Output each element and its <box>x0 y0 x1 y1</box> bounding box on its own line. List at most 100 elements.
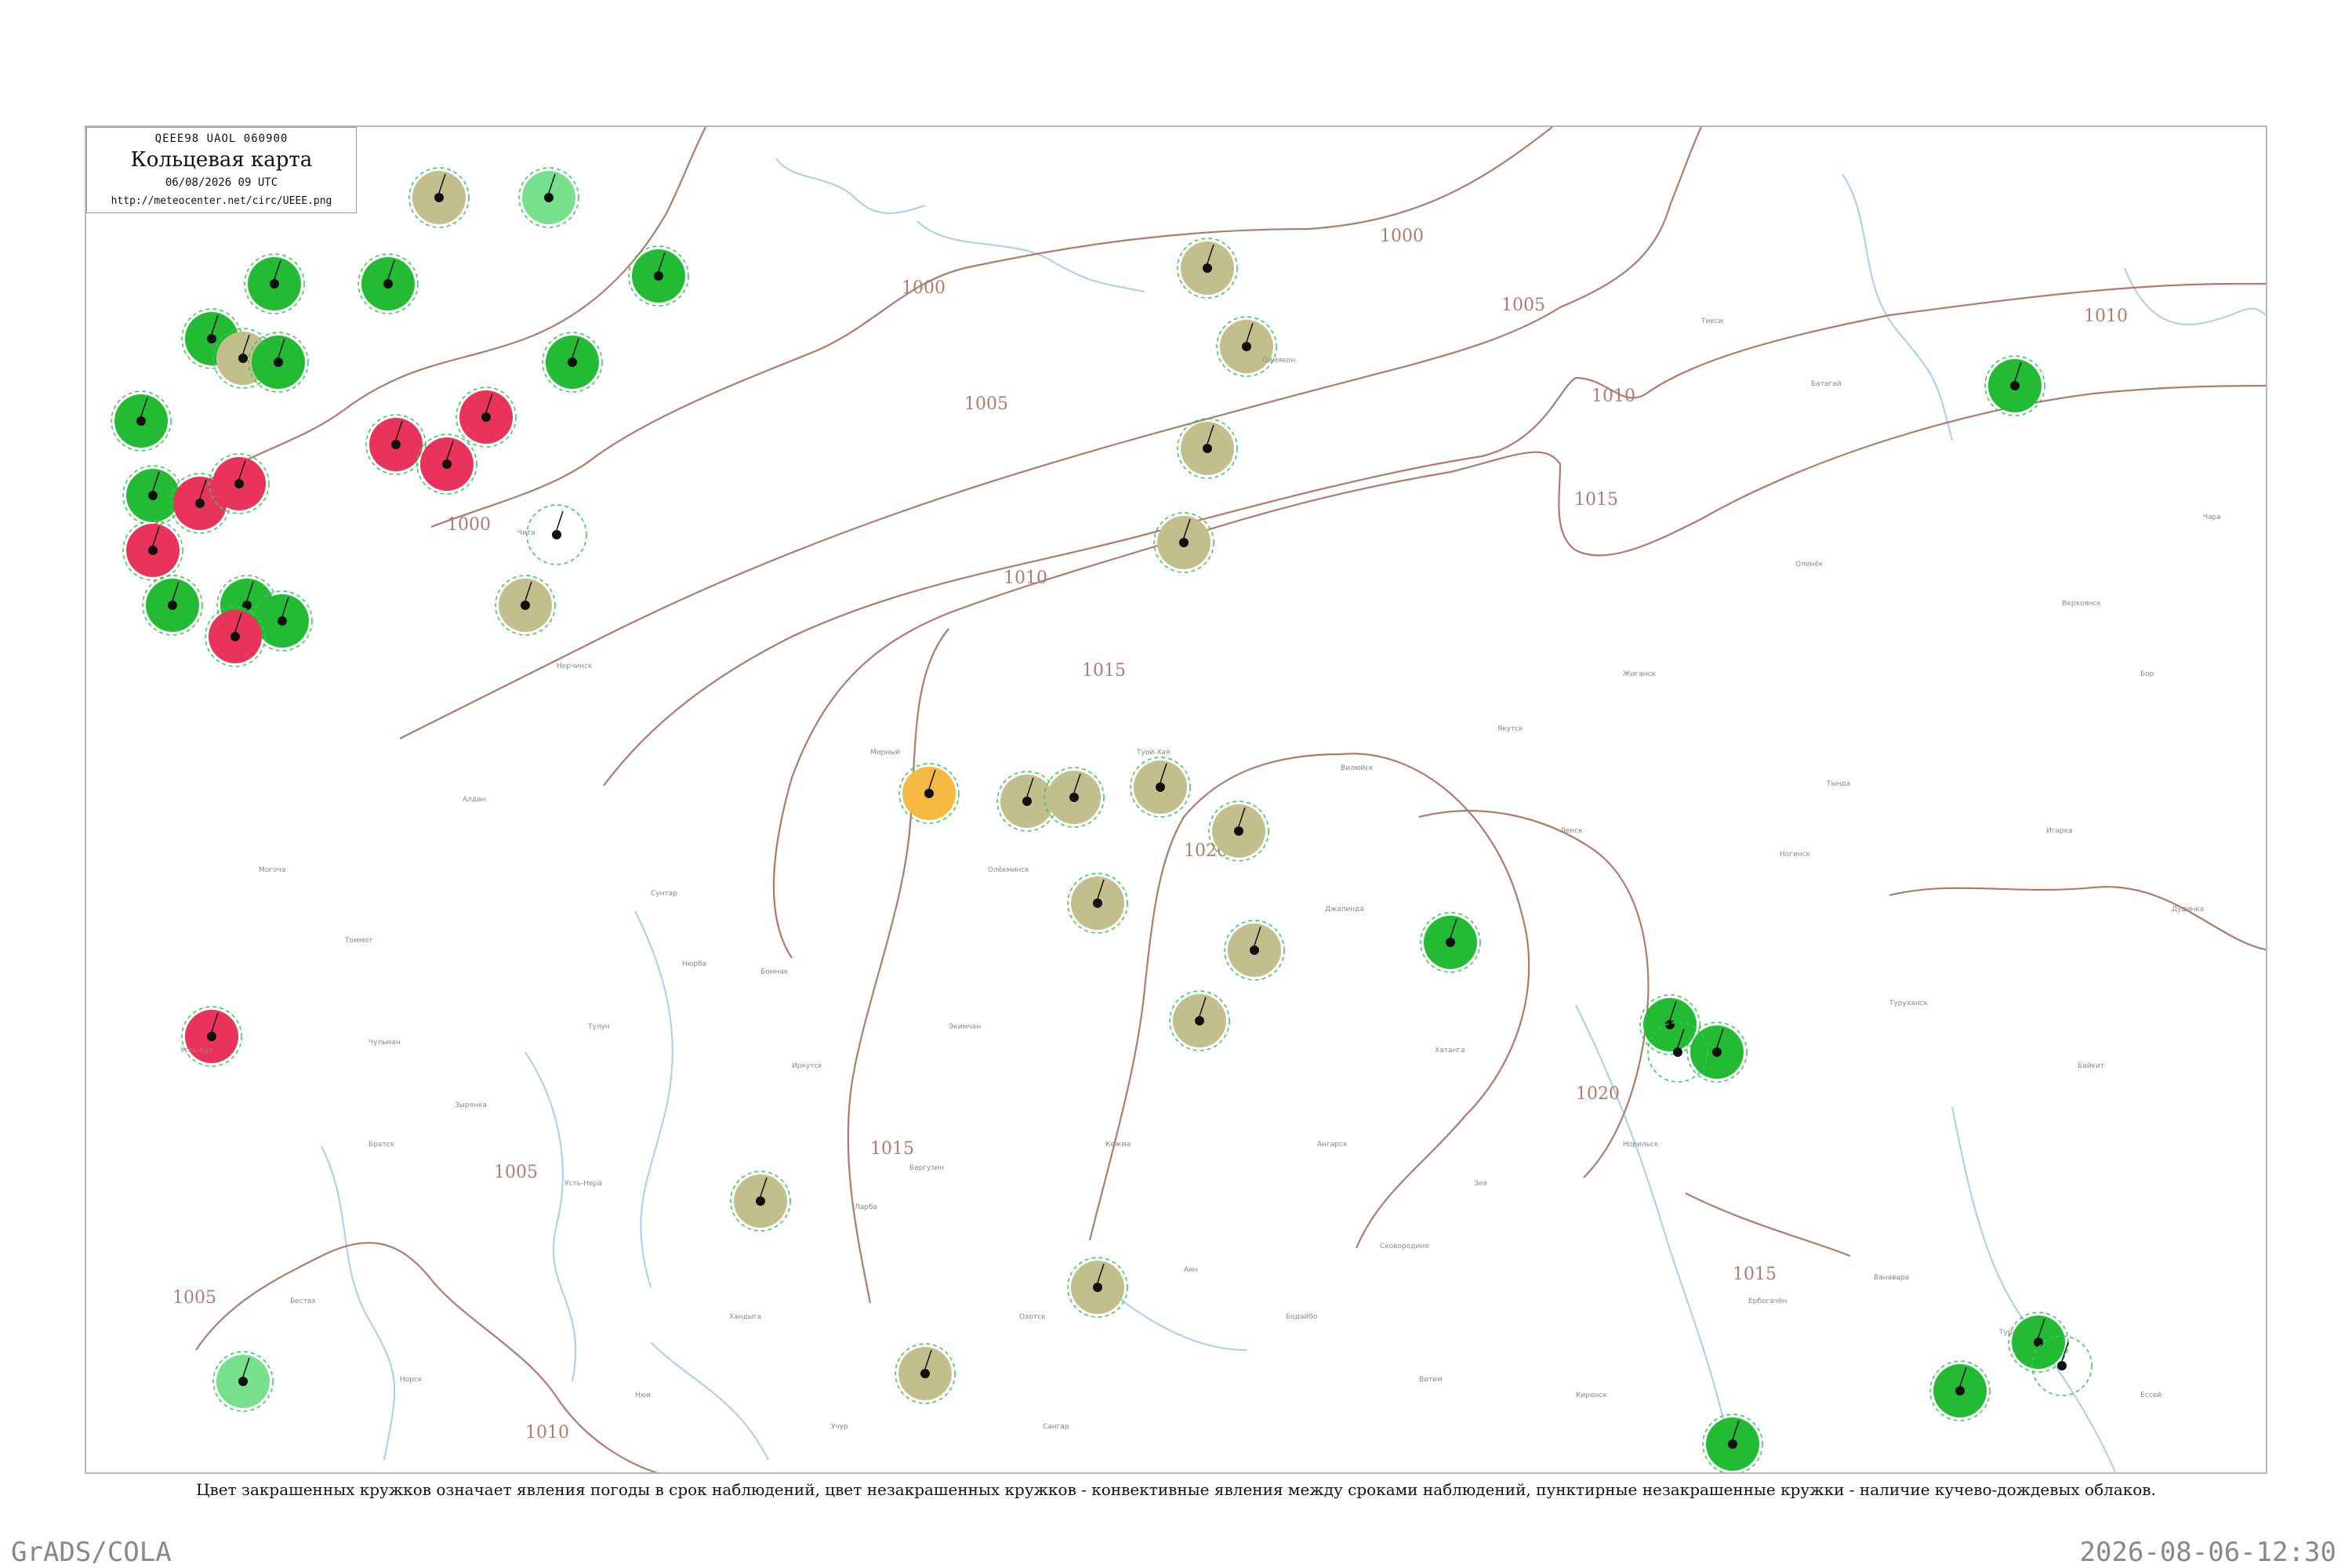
station-name-label: Бодайбо <box>1286 1313 1318 1321</box>
cloud-cover-icon <box>552 530 561 539</box>
cloud-cover-icon <box>654 271 663 281</box>
wind-barb-icon <box>556 510 564 531</box>
station-marker <box>495 575 556 636</box>
cloud-cover-icon <box>1234 826 1243 836</box>
rivers <box>321 158 2266 1472</box>
cloud-cover-icon <box>391 440 401 449</box>
bulletin-code: QEEE98 UAOL 060900 <box>154 132 289 145</box>
isobar-label-1010c: 1010 <box>525 1423 569 1443</box>
station-name-label: Экимчан <box>949 1023 981 1031</box>
synoptic-map: 1000 1000 1000 1005 1005 1010 1010 1010 … <box>85 125 2267 1474</box>
station-marker <box>518 167 579 228</box>
cloud-cover-icon <box>1446 938 1455 947</box>
cloud-cover-icon <box>2057 1361 2067 1370</box>
station-name-label: Ессей <box>2140 1392 2161 1399</box>
station-name-label: Нерчинск <box>557 662 593 670</box>
station-name-label: Чара <box>2203 514 2221 521</box>
station-name-label: Тура <box>1998 1329 2016 1337</box>
isobar-label-1000c: 1000 <box>447 515 491 535</box>
station-marker <box>1177 238 1238 299</box>
station-name-label: Ларба <box>855 1203 877 1211</box>
map-datetime: 06/08/2026 09 UTC <box>165 176 278 189</box>
station-name-label: Усть-Нера <box>564 1180 602 1188</box>
station-name-label: Норильск <box>1623 1141 1659 1149</box>
cloud-cover-icon <box>1955 1386 1965 1396</box>
station-name-label: Джалинда <box>1325 906 1364 913</box>
station-name-label: Сунтар <box>651 890 677 898</box>
isobar-label-1015: 1015 <box>1574 490 1618 510</box>
station-name-label: Игарка <box>2046 827 2073 835</box>
station-name-label: Туой-Хая <box>1136 749 1171 757</box>
station-marker <box>212 1351 274 1412</box>
station-marker <box>142 575 203 636</box>
station-name-label: Томмот <box>344 937 372 945</box>
isobar-label-1005c: 1005 <box>494 1163 538 1182</box>
isobar-label-1010: 1010 <box>2084 307 2128 326</box>
station-name-label: Бор <box>2140 670 2154 678</box>
station-name-label: Байкит <box>2078 1062 2104 1070</box>
cloud-cover-icon <box>442 459 452 469</box>
cloud-cover-icon <box>1093 1283 1102 1292</box>
station-name-label: Туруханск <box>1889 1000 1929 1007</box>
station-name-label: Бестях <box>290 1298 316 1305</box>
station-marker <box>1130 757 1191 818</box>
cloud-cover-icon <box>207 1032 216 1041</box>
station-marker <box>1420 912 1481 973</box>
station-name-label: Сковородино <box>1380 1243 1429 1250</box>
station-name-label: Верхоянск <box>2062 600 2102 608</box>
station-marker <box>895 1343 956 1404</box>
cloud-cover-icon <box>434 193 444 202</box>
station-marker <box>248 332 309 393</box>
isobar-label-1015c: 1015 <box>1733 1265 1777 1284</box>
station-name-label: Ленск <box>1560 827 1583 835</box>
cloud-cover-icon <box>1712 1047 1722 1057</box>
station-name-label: Иркутск <box>792 1062 822 1070</box>
cloud-cover-icon <box>148 491 158 500</box>
station-name-label: Мирный <box>870 749 900 757</box>
cloud-cover-icon <box>521 601 530 610</box>
isobar-label-1015b: 1015 <box>1082 661 1126 681</box>
station-marker <box>526 504 587 565</box>
station-marker <box>542 332 603 393</box>
station-name-label: Братск <box>368 1141 395 1149</box>
station-marker <box>205 606 266 667</box>
station-name-label: Ангарск <box>1317 1141 1348 1149</box>
cloud-cover-icon <box>195 499 205 508</box>
cloud-cover-icon <box>568 358 577 367</box>
station-name-label: Хандыга <box>729 1313 761 1321</box>
station-name-label: Тында <box>1826 780 1850 788</box>
station-name-label: Батагай <box>1811 380 1842 388</box>
station-marker <box>1067 1257 1128 1318</box>
isobar-label-1020b: 1020 <box>1576 1084 1620 1104</box>
cloud-cover-icon <box>1242 342 1251 351</box>
station-name-label: Ногинск <box>1780 851 1811 858</box>
station-name-label: Жиганск <box>1623 670 1657 678</box>
station-name-label: Ванавара <box>1874 1274 1909 1282</box>
station-marker <box>1686 1022 1748 1083</box>
station-marker <box>1169 990 1230 1051</box>
cloud-cover-icon <box>238 1377 248 1386</box>
cloud-cover-icon <box>2034 1338 2043 1347</box>
station-marker <box>1929 1360 1991 1421</box>
station-name-label: Олёкминск <box>988 866 1029 874</box>
map-canvas: 1000 1000 1000 1005 1005 1010 1010 1010 … <box>86 127 2266 1472</box>
station-name-label: Баргузин <box>909 1164 944 1172</box>
map-title-box: QEEE98 UAOL 060900 Кольцевая карта 06/08… <box>86 127 357 213</box>
station-marker <box>1153 512 1214 573</box>
cloud-cover-icon <box>1728 1439 1737 1449</box>
station-marker <box>1044 767 1105 828</box>
station-marker <box>1216 316 1277 377</box>
isobar-label-1010b: 1010 <box>1004 568 1047 588</box>
station-marker <box>628 245 689 307</box>
station-name-label: Чита <box>517 529 535 537</box>
station-marker <box>122 520 183 581</box>
station-name-label: Аян <box>1184 1266 1198 1274</box>
source-url: http://meteocenter.net/circ/UEEE.png <box>111 195 332 207</box>
station-name-label: Зея <box>1474 1180 1487 1188</box>
station-name-label: Хатанга <box>1435 1047 1465 1054</box>
station-name-label: Зырянка <box>455 1102 487 1109</box>
cloud-cover-icon <box>544 193 554 202</box>
station-name-label: Оймякон <box>1262 357 1295 365</box>
cloud-cover-icon <box>1093 898 1102 908</box>
station-marker <box>416 434 477 495</box>
